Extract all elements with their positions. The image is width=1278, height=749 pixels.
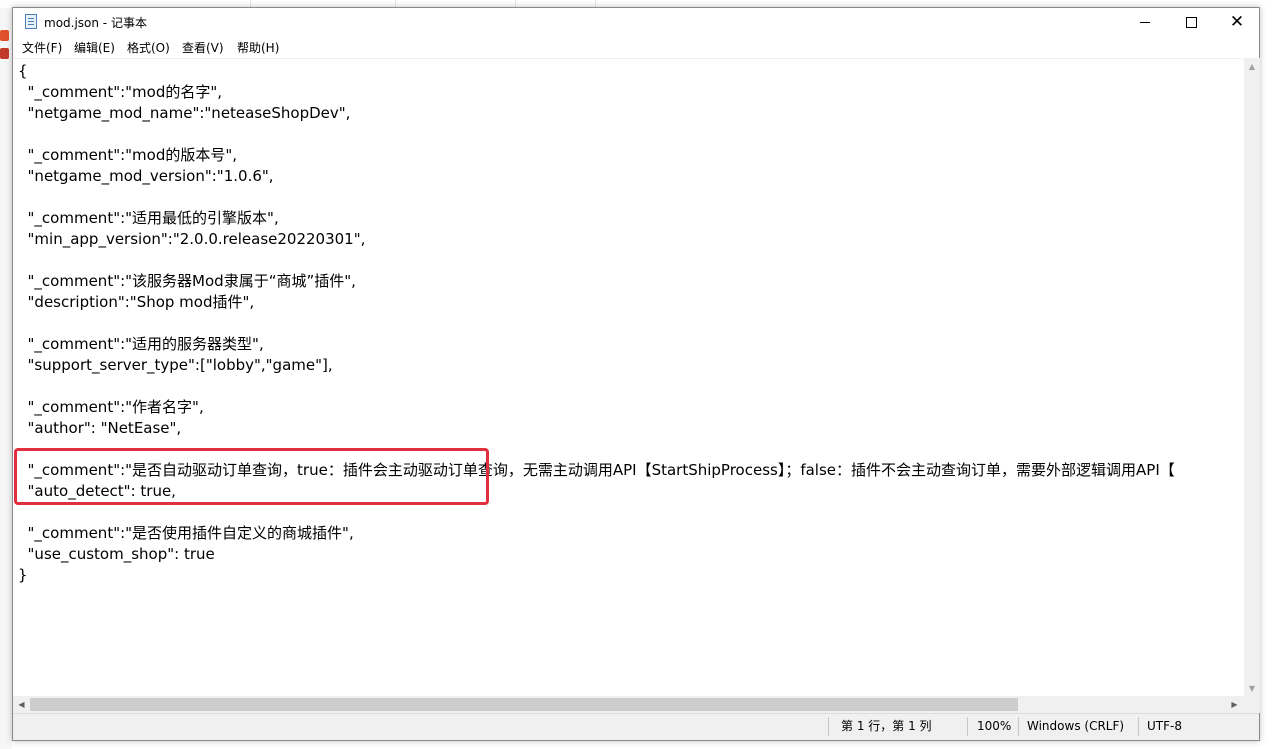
code-line: { xyxy=(18,62,28,80)
menu-view[interactable]: 查看(V) xyxy=(182,39,224,56)
scroll-up-arrow-icon[interactable]: ▲ xyxy=(1244,58,1260,74)
close-button[interactable]: ✕ xyxy=(1214,8,1260,37)
line-ending: Windows (CRLF) xyxy=(1027,719,1125,733)
vertical-scrollbar[interactable]: ▲ ▼ xyxy=(1244,58,1260,696)
scroll-right-arrow-icon[interactable]: ▶ xyxy=(1226,696,1243,713)
encoding: UTF-8 xyxy=(1147,719,1182,733)
code-line: "_comment":"适用的服务器类型", xyxy=(18,335,264,353)
background-explorer-sidebar xyxy=(0,8,12,749)
status-divider xyxy=(828,717,829,736)
code-line: "min_app_version":"2.0.0.release20220301… xyxy=(18,230,366,248)
code-line: "netgame_mod_name":"neteaseShopDev", xyxy=(18,104,351,122)
horizontal-scroll-thumb[interactable] xyxy=(30,698,1018,711)
background-app-icon xyxy=(0,48,9,59)
status-divider xyxy=(1018,717,1019,736)
status-divider xyxy=(1138,717,1139,736)
close-icon: ✕ xyxy=(1229,12,1245,32)
code-line: "_comment":"作者名字", xyxy=(18,398,204,416)
maximize-icon xyxy=(1185,17,1197,28)
code-line: "_comment":"该服务器Mod隶属于“商城”插件", xyxy=(18,272,356,290)
notepad-window: mod.json - 记事本 ✕ 文件(F) 编辑(E) 格式(O) 查看(V)… xyxy=(12,7,1260,741)
cursor-position: 第 1 行，第 1 列 xyxy=(841,719,932,733)
background-app-icon xyxy=(0,30,9,41)
code-line: "_comment":"mod的版本号", xyxy=(18,146,238,164)
code-line: "author": "NetEase", xyxy=(18,419,182,437)
menu-help[interactable]: 帮助(H) xyxy=(237,39,279,56)
code-line: "description":"Shop mod插件", xyxy=(18,293,255,311)
code-line: "_comment":"是否使用插件自定义的商城插件", xyxy=(18,524,354,542)
menu-file[interactable]: 文件(F) xyxy=(22,39,62,56)
window-title: mod.json - 记事本 xyxy=(44,16,147,30)
menu-bar: 文件(F) 编辑(E) 格式(O) 查看(V) 帮助(H) xyxy=(13,37,1259,57)
highlight-annotation-box xyxy=(14,448,489,505)
code-line: "use_custom_shop": true xyxy=(18,545,215,563)
code-line: "support_server_type":["lobby","game"], xyxy=(18,356,333,374)
notepad-icon xyxy=(25,14,37,29)
menu-edit[interactable]: 编辑(E) xyxy=(74,39,115,56)
status-bar: 第 1 行，第 1 列 100% Windows (CRLF) UTF-8 xyxy=(13,713,1259,740)
maximize-button[interactable] xyxy=(1168,8,1214,37)
scroll-down-arrow-icon[interactable]: ▼ xyxy=(1244,680,1260,696)
title-bar[interactable]: mod.json - 记事本 ✕ xyxy=(13,8,1259,37)
code-line: "netgame_mod_version":"1.0.6", xyxy=(18,167,274,185)
code-line: } xyxy=(18,566,28,584)
text-editor[interactable]: { "_comment":"mod的名字", "netgame_mod_name… xyxy=(13,58,1243,697)
code-line: "_comment":"适用最低的引擎版本", xyxy=(18,209,279,227)
zoom-level: 100% xyxy=(977,719,1012,733)
scrollbar-corner xyxy=(1244,696,1260,713)
scroll-left-arrow-icon[interactable]: ◀ xyxy=(13,696,30,713)
code-line: "_comment":"mod的名字", xyxy=(18,83,223,101)
menu-format[interactable]: 格式(O) xyxy=(127,39,170,56)
status-divider xyxy=(967,717,968,736)
minimize-button[interactable] xyxy=(1122,8,1168,37)
horizontal-scrollbar[interactable]: ◀ ▶ xyxy=(13,696,1244,713)
minimize-icon xyxy=(1140,22,1150,23)
